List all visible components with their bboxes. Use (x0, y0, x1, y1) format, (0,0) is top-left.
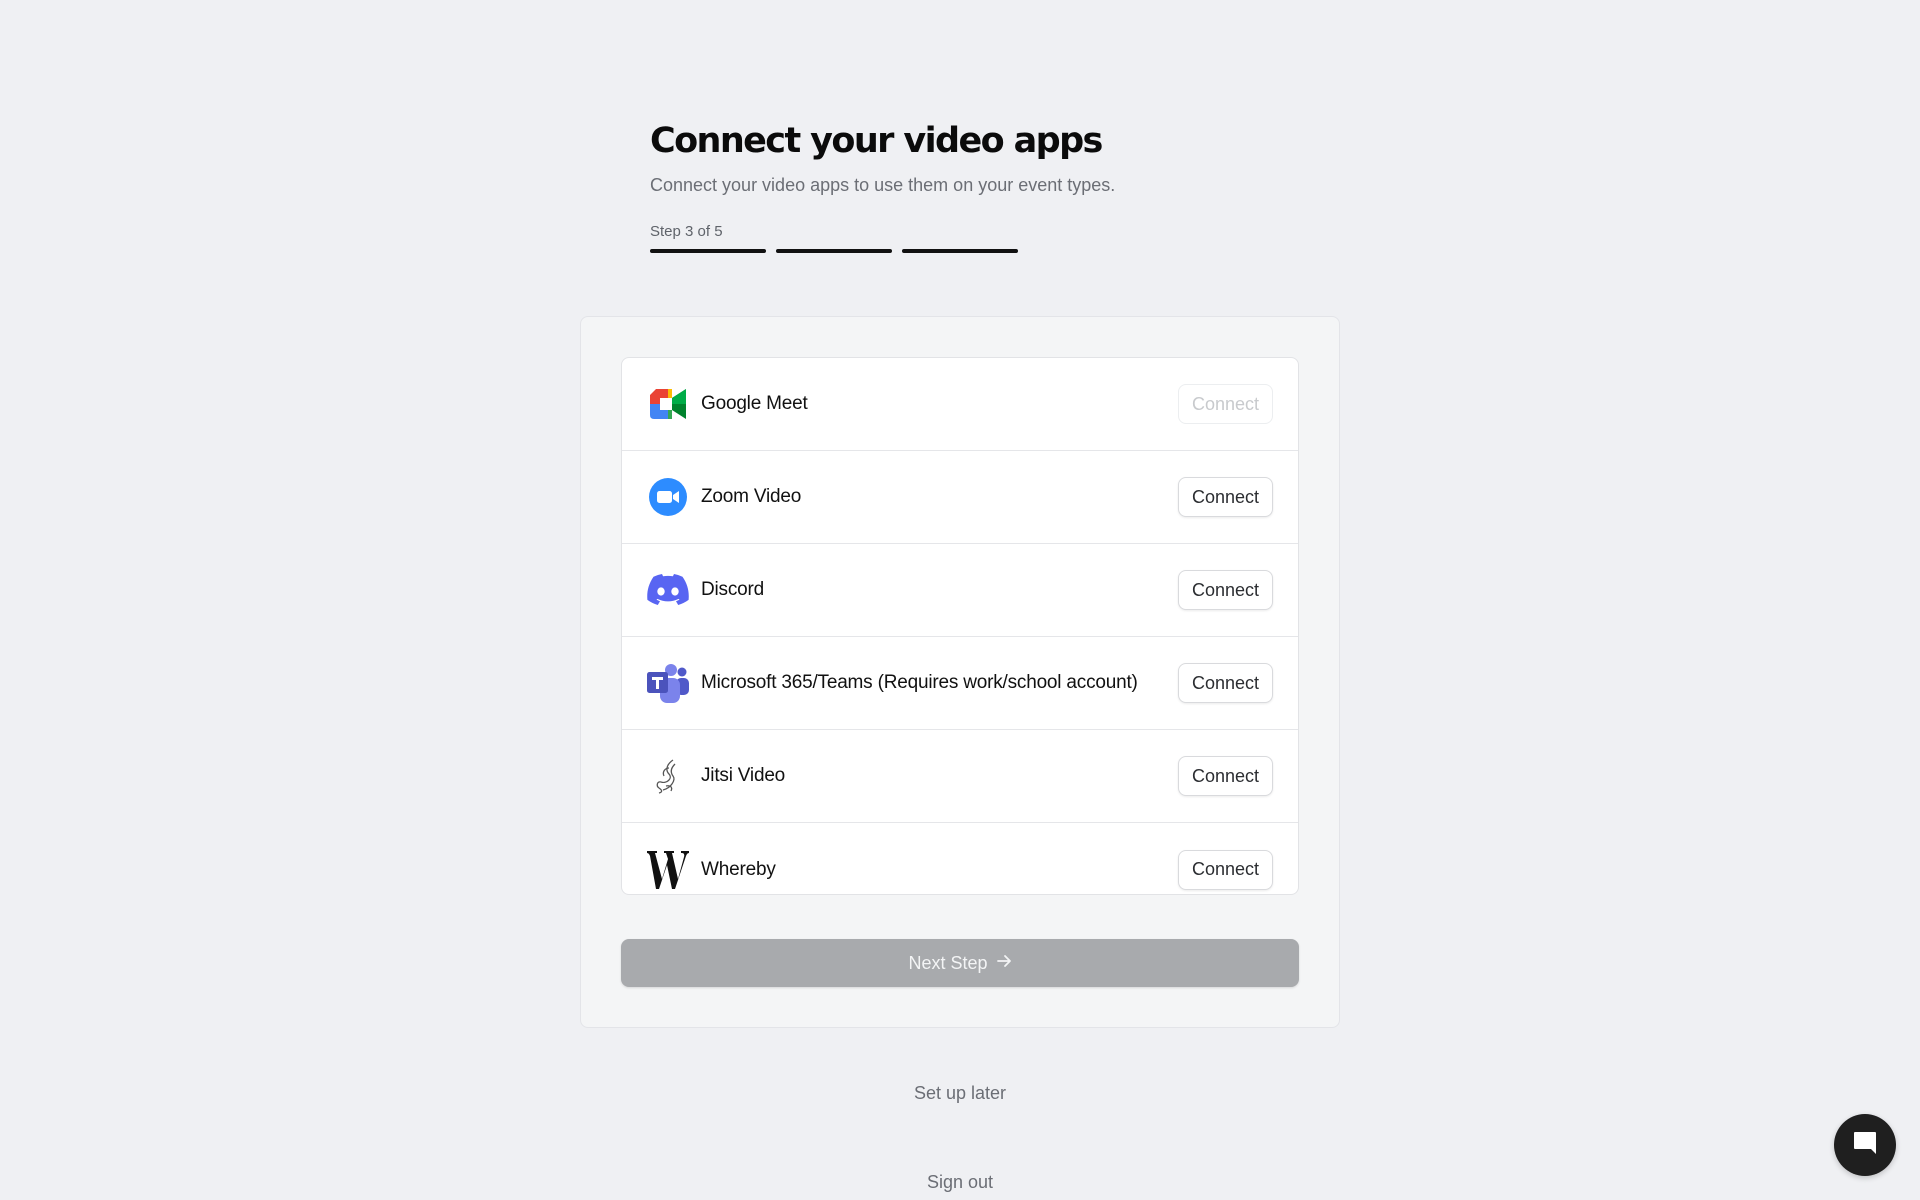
app-row-microsoft-teams: Microsoft 365/Teams (Requires work/schoo… (622, 637, 1298, 730)
next-step-button[interactable]: Next Step (621, 939, 1299, 987)
app-list: Google Meet Connect Zoom Video Connect D… (621, 357, 1299, 895)
next-step-label: Next Step (908, 952, 988, 973)
app-name: Discord (701, 579, 765, 600)
video-apps-card: Google Meet Connect Zoom Video Connect D… (580, 316, 1340, 1028)
chat-launcher-button[interactable] (1834, 1114, 1896, 1176)
step-bar-2 (776, 249, 892, 253)
arrow-right-icon (996, 953, 1012, 974)
connect-button-google-meet[interactable]: Connect (1177, 384, 1273, 424)
whereby-icon (647, 849, 689, 891)
google-meet-icon (647, 383, 689, 425)
connect-button-whereby[interactable]: Connect (1177, 849, 1273, 890)
app-row-whereby: Whereby Connect (622, 823, 1298, 894)
connect-button-microsoft-teams[interactable]: Connect (1177, 663, 1273, 703)
connect-button-discord[interactable]: Connect (1177, 570, 1273, 610)
microsoft-teams-icon (647, 662, 689, 704)
chat-bubble-icon (1852, 1130, 1878, 1161)
app-row-google-meet: Google Meet Connect (622, 358, 1298, 451)
set-up-later-link[interactable]: Set up later (0, 1082, 1920, 1104)
app-name: Microsoft 365/Teams (Requires work/schoo… (701, 672, 1138, 693)
step-indicator-label: Step 3 of 5 (650, 223, 723, 240)
step-progress (650, 249, 1290, 253)
app-name: Whereby (701, 858, 776, 880)
jitsi-icon (647, 755, 689, 797)
app-row-zoom: Zoom Video Connect (622, 451, 1298, 544)
step-bar-3 (902, 249, 1018, 253)
app-name: Zoom Video (701, 486, 802, 507)
app-row-discord: Discord Connect (622, 544, 1298, 637)
connect-button-jitsi[interactable]: Connect (1177, 756, 1273, 796)
page-title: Connect your video apps (650, 121, 1103, 161)
app-name: Jitsi Video (701, 765, 786, 786)
zoom-icon (647, 476, 689, 518)
onboarding-header: Connect your video apps Connect your vid… (650, 118, 1290, 253)
app-name: Google Meet (701, 393, 808, 414)
step-bar-1 (650, 249, 766, 253)
sign-out-link[interactable]: Sign out (0, 1171, 1920, 1193)
connect-button-zoom[interactable]: Connect (1177, 477, 1273, 517)
page-subtitle: Connect your video apps to use them on y… (650, 175, 1116, 195)
discord-icon (647, 569, 689, 611)
app-row-jitsi: Jitsi Video Connect (622, 730, 1298, 823)
